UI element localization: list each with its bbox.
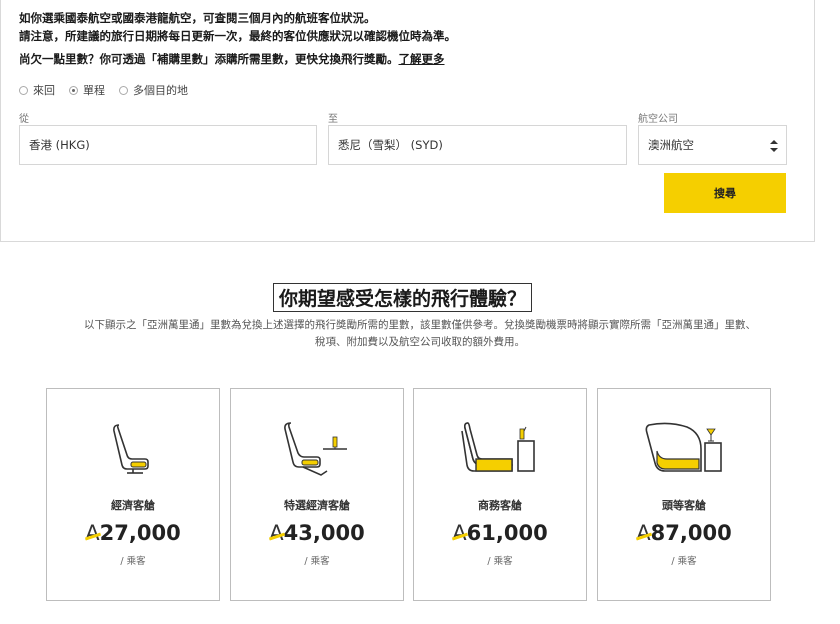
info-text-1: 如你選乘國泰航空或國泰港龍航空，可查閱三個月內的航班客位狀況。 <box>19 11 376 25</box>
economy-seat-icon <box>47 419 219 479</box>
trip-type-options: 來回 單程 多個目的地 <box>19 82 188 98</box>
cabin-name: 商務客艙 <box>478 499 522 512</box>
radio-multi-city[interactable] <box>119 85 128 95</box>
miles-value: 87,000 <box>650 521 732 545</box>
cabin-miles: A 27,000 <box>47 521 219 545</box>
asia-miles-icon: A <box>85 521 100 545</box>
per-passenger: / 乘客 <box>304 556 330 567</box>
trip-option-one-way[interactable]: 單程 <box>69 82 105 98</box>
to-label: 至 <box>328 114 338 125</box>
per-passenger: / 乘客 <box>487 556 513 567</box>
buy-miles-text: 尚欠一點里數？你可透過「補購里數」添購所需里數，更快兌換飛行獎勵。 <box>19 52 399 66</box>
first-seat-icon <box>598 419 770 479</box>
from-value: 香港 (HKG) <box>29 138 90 152</box>
business-seat-icon <box>414 419 586 479</box>
premium-economy-seat-icon <box>231 419 403 479</box>
from-field[interactable]: 香港 (HKG) <box>19 125 317 165</box>
section-description: 以下顯示之「亞洲萬里通」里數為兌換上述選擇的飛行獎勵所需的里數，該里數僅供參考。… <box>84 319 756 348</box>
from-label: 從 <box>19 114 29 125</box>
info-text-2: 請注意，所建議的旅行日期將每日更新一次，最終的客位供應狀況以確認機位時為準。 <box>19 29 456 43</box>
section-title: 你期望感受怎樣的飛行體驗？ <box>273 283 533 312</box>
airline-label: 航空公司 <box>638 114 678 125</box>
asia-miles-icon: A <box>636 521 651 545</box>
miles-value: 43,000 <box>283 521 365 545</box>
cabin-card-first[interactable]: 頭等客艙 A 87,000 / 乘客 <box>597 388 771 601</box>
miles-value: 61,000 <box>466 521 548 545</box>
trip-option-label: 來回 <box>33 84 55 97</box>
radio-one-way[interactable] <box>69 85 78 95</box>
select-arrows-icon <box>770 140 778 152</box>
search-panel: 如你選乘國泰航空或國泰港龍航空，可查閱三個月內的航班客位狀況。 請注意，所建議的… <box>0 0 815 242</box>
to-value: 悉尼（雪梨） (SYD) <box>338 138 443 152</box>
airline-select[interactable]: 澳洲航空 <box>638 125 787 165</box>
miles-value: 27,000 <box>99 521 181 545</box>
cabin-miles: A 43,000 <box>231 521 403 545</box>
per-passenger: / 乘客 <box>120 556 146 567</box>
learn-more-link[interactable]: 了解更多 <box>399 52 445 66</box>
per-passenger: / 乘客 <box>671 556 697 567</box>
trip-option-label: 多個目的地 <box>133 84 188 97</box>
cabin-card-business[interactable]: 商務客艙 A 61,000 / 乘客 <box>413 388 587 601</box>
trip-option-return[interactable]: 來回 <box>19 82 55 98</box>
to-field[interactable]: 悉尼（雪梨） (SYD) <box>328 125 627 165</box>
cabin-name: 頭等客艙 <box>662 499 706 512</box>
info-text-3: 尚欠一點里數？你可透過「補購里數」添購所需里數，更快兌換飛行獎勵。了解更多 <box>19 51 445 67</box>
asia-miles-icon: A <box>452 521 467 545</box>
cabin-name: 特選經濟客艙 <box>284 499 350 512</box>
asia-miles-icon: A <box>269 521 284 545</box>
trip-option-multi-city[interactable]: 多個目的地 <box>119 82 188 98</box>
trip-option-label: 單程 <box>83 84 105 97</box>
cabin-card-economy[interactable]: 經濟客艙 A 27,000 / 乘客 <box>46 388 220 601</box>
cabin-name: 經濟客艙 <box>111 499 155 512</box>
cabin-miles: A 87,000 <box>598 521 770 545</box>
cabin-card-premium-economy[interactable]: 特選經濟客艙 A 43,000 / 乘客 <box>230 388 404 601</box>
search-button[interactable]: 搜尋 <box>664 173 786 213</box>
radio-return[interactable] <box>19 85 28 95</box>
airline-value: 澳洲航空 <box>648 138 694 152</box>
cabin-miles: A 61,000 <box>414 521 586 545</box>
